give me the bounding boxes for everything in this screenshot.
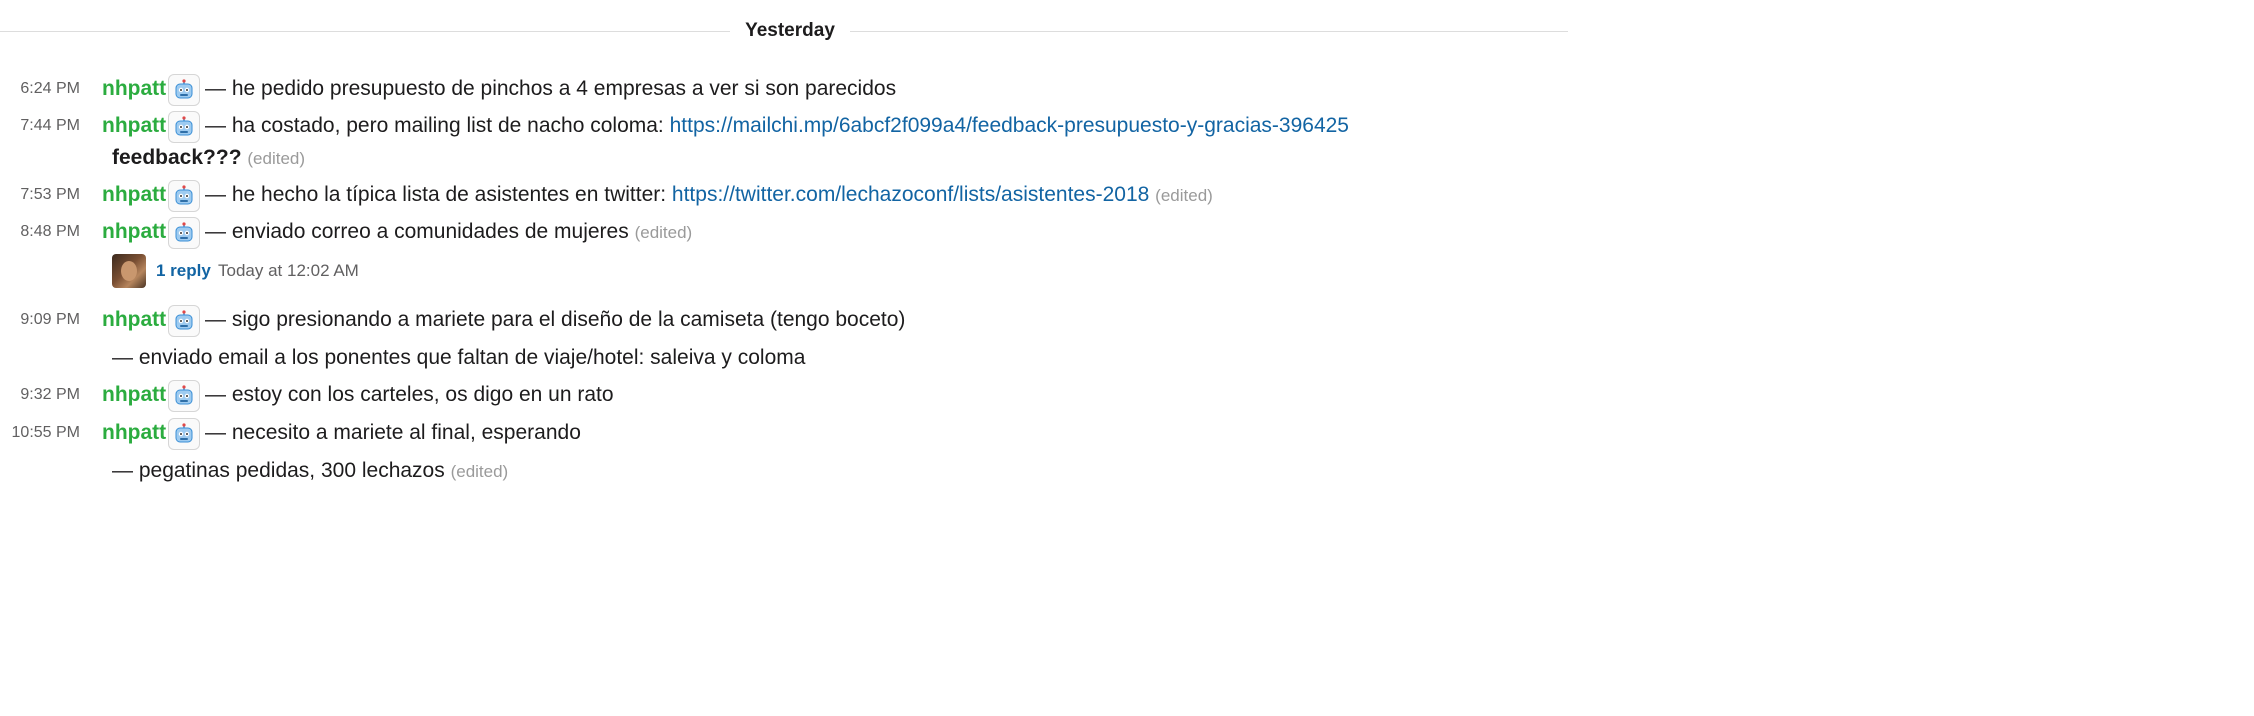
message-continuation: — enviado email a los ponentes que falta… xyxy=(112,346,806,369)
message: 9:09 PM nhpatt — sigo presionando a mari… xyxy=(0,305,1568,339)
robot-face-icon[interactable] xyxy=(168,305,200,337)
message-timestamp[interactable]: 8:48 PM xyxy=(0,223,80,241)
message-author[interactable]: nhpatt xyxy=(102,421,166,445)
message: 8:48 PM nhpatt — enviado correo a comuni… xyxy=(0,217,1568,251)
message-text: — he hecho la típica lista de asistentes… xyxy=(205,183,1213,207)
message: 7:44 PM nhpatt — ha costado, pero mailin… xyxy=(0,111,1568,145)
message-text-body: — he hecho la típica lista de asistentes… xyxy=(205,183,672,206)
thread-reply-count[interactable]: 1 reply xyxy=(156,261,211,281)
message-text: — ha costado, pero mailing list de nacho… xyxy=(205,114,1349,138)
robot-face-icon[interactable] xyxy=(168,217,200,249)
message-text: — estoy con los carteles, os digo en un … xyxy=(205,383,614,406)
edited-label: (edited) xyxy=(247,149,306,168)
day-divider: Yesterday xyxy=(0,20,1568,42)
message-text: — sigo presionando a mariete para el dis… xyxy=(205,308,906,331)
divider-line-right xyxy=(850,31,1568,32)
message-author[interactable]: nhpatt xyxy=(102,383,166,407)
robot-face-icon[interactable] xyxy=(168,380,200,412)
robot-face-icon[interactable] xyxy=(168,74,200,106)
message-author[interactable]: nhpatt xyxy=(102,114,166,138)
message: 6:24 PM nhpatt — he pedido presupuesto d… xyxy=(0,74,1568,108)
message-timestamp[interactable]: 7:53 PM xyxy=(0,186,80,204)
edited-label: (edited) xyxy=(634,223,693,242)
message-timestamp[interactable]: 9:32 PM xyxy=(0,386,80,404)
avatar-face xyxy=(121,261,137,281)
message-link[interactable]: https://twitter.com/lechazoconf/lists/as… xyxy=(672,183,1149,206)
thread-last-reply-time: Today at 12:02 AM xyxy=(218,261,359,280)
message-text-body: — ha costado, pero mailing list de nacho… xyxy=(205,114,670,137)
message-text: — he pedido presupuesto de pinchos a 4 e… xyxy=(205,77,897,100)
day-divider-label[interactable]: Yesterday xyxy=(730,20,850,42)
message-author[interactable]: nhpatt xyxy=(102,220,166,244)
message: 9:32 PM nhpatt — estoy con los carteles,… xyxy=(0,380,1568,414)
thread-summary[interactable]: 1 reply Today at 12:02 AM xyxy=(112,254,512,288)
message-continuation: — pegatinas pedidas, 300 lechazos (edite… xyxy=(112,459,508,483)
message-bold-text: feedback??? xyxy=(112,146,242,169)
message-author[interactable]: nhpatt xyxy=(102,308,166,332)
message-text: — enviado correo a comunidades de mujere… xyxy=(205,220,692,244)
edited-label: (edited) xyxy=(1155,186,1213,205)
message-link[interactable]: https://mailchi.mp/6abcf2f099a4/feedback… xyxy=(670,114,1349,137)
message-continuation: feedback??? (edited) xyxy=(112,146,305,170)
message-timestamp[interactable]: 6:24 PM xyxy=(0,80,80,98)
robot-face-icon[interactable] xyxy=(168,418,200,450)
message: 7:53 PM nhpatt — he hecho la típica list… xyxy=(0,180,1568,214)
message-timestamp[interactable]: 7:44 PM xyxy=(0,117,80,135)
message: 10:55 PM nhpatt — necesito a mariete al … xyxy=(0,418,1568,452)
message-text-body: — pegatinas pedidas, 300 lechazos xyxy=(112,459,445,482)
robot-face-icon[interactable] xyxy=(168,180,200,212)
divider-line-left xyxy=(0,31,730,32)
avatar[interactable] xyxy=(112,254,146,288)
message-timestamp[interactable]: 10:55 PM xyxy=(0,424,80,442)
message-text: — necesito a mariete al final, esperando xyxy=(205,421,581,444)
message-timestamp[interactable]: 9:09 PM xyxy=(0,311,80,329)
message-text-body: — enviado correo a comunidades de mujere… xyxy=(205,220,629,243)
edited-label: (edited) xyxy=(450,462,509,481)
message-author[interactable]: nhpatt xyxy=(102,183,166,207)
message-author[interactable]: nhpatt xyxy=(102,77,166,101)
robot-face-icon[interactable] xyxy=(168,111,200,143)
